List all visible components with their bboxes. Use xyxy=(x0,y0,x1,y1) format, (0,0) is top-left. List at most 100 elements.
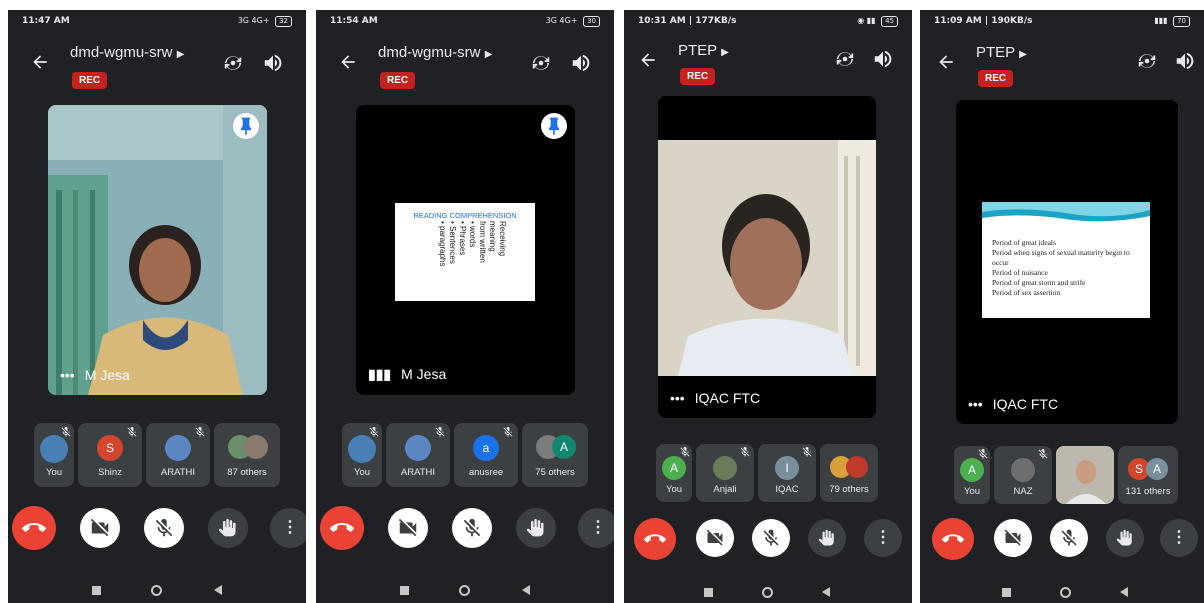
participant-others[interactable]: S A 131 others xyxy=(1118,446,1178,504)
switch-camera-icon[interactable] xyxy=(530,52,552,74)
tile-name-text: M Jesa xyxy=(84,367,130,383)
mic-off-icon xyxy=(1037,448,1049,460)
meeting-title[interactable]: PTEP ▶ xyxy=(678,42,729,59)
recents-icon[interactable] xyxy=(400,586,409,595)
network-label: 3G 4G+ xyxy=(237,16,270,25)
participant-iqac[interactable]: I IQAC xyxy=(758,444,816,502)
participant-label: 79 others xyxy=(829,484,869,495)
more-options-icon[interactable]: ••• xyxy=(60,367,75,383)
participant-you[interactable]: A You xyxy=(656,444,692,502)
participant-shinz[interactable]: S Shinz xyxy=(78,423,142,487)
main-video-tile[interactable]: ••• IQAC FTC xyxy=(658,96,876,418)
participant-others[interactable]: 79 others xyxy=(820,444,878,502)
end-call-button[interactable] xyxy=(320,506,364,550)
speaker-icon[interactable] xyxy=(1174,50,1196,72)
participant-arathi[interactable]: ARATHI xyxy=(386,423,450,487)
slide-line: meaning xyxy=(488,221,497,252)
mic-off-icon xyxy=(679,446,691,458)
raise-hand-button[interactable] xyxy=(808,519,846,557)
participant-anjali[interactable]: Anjali xyxy=(696,444,754,502)
nav-back-icon[interactable] xyxy=(214,585,222,595)
recents-icon[interactable] xyxy=(704,588,713,597)
back-arrow-icon[interactable] xyxy=(338,52,358,72)
more-options-icon[interactable]: ••• xyxy=(968,396,983,412)
more-options-button[interactable]: ⋮ xyxy=(864,519,902,557)
mic-off-button[interactable] xyxy=(752,519,790,557)
mic-off-button[interactable] xyxy=(1050,519,1088,557)
slide-header-decoration xyxy=(982,202,1150,222)
camera-off-icon xyxy=(1003,528,1023,548)
home-icon[interactable] xyxy=(1060,587,1071,598)
participant-you[interactable]: You xyxy=(342,423,382,487)
end-call-button[interactable] xyxy=(12,506,56,550)
android-nav-bar xyxy=(920,584,1204,603)
more-options-button[interactable]: ⋮ xyxy=(270,508,306,548)
main-video-tile[interactable]: Period of great ideals Period when signs… xyxy=(956,100,1178,424)
home-icon[interactable] xyxy=(459,585,470,596)
camera-off-button[interactable] xyxy=(696,519,734,557)
end-call-button[interactable] xyxy=(634,518,676,560)
speaker-icon[interactable] xyxy=(262,52,284,74)
meeting-title[interactable]: dmd-wgmu-srw ▶ xyxy=(378,44,492,61)
camera-off-button[interactable] xyxy=(994,519,1032,557)
mic-off-icon xyxy=(194,426,206,438)
participant-label: 131 others xyxy=(1125,486,1171,497)
participant-you[interactable]: You xyxy=(34,423,74,487)
mic-off-icon xyxy=(739,446,751,458)
switch-camera-icon[interactable] xyxy=(222,52,244,74)
android-nav-bar xyxy=(624,584,912,603)
more-options-button[interactable]: ⋮ xyxy=(1160,519,1198,557)
camera-off-button[interactable] xyxy=(388,508,428,548)
mic-off-button[interactable] xyxy=(452,508,492,548)
nav-back-icon[interactable] xyxy=(522,585,530,595)
end-call-icon xyxy=(644,528,666,550)
status-bar: 10:31 AM | 177KB/s ◉ ▮▮ 45 xyxy=(624,10,912,32)
meeting-title[interactable]: PTEP ▶ xyxy=(976,44,1027,61)
tile-name-text: IQAC FTC xyxy=(992,396,1059,412)
end-call-icon xyxy=(330,516,354,540)
raise-hand-button[interactable] xyxy=(516,508,556,548)
end-call-button[interactable] xyxy=(932,518,974,560)
meeting-title[interactable]: dmd-wgmu-srw ▶ xyxy=(70,44,184,61)
avatar xyxy=(405,435,431,461)
phone-screen-2: 11:54 AM 3G 4G+ 30 dmd-wgmu-srw ▶ REC RE… xyxy=(316,10,614,603)
more-vert-icon: ⋮ xyxy=(590,519,606,536)
camera-off-button[interactable] xyxy=(80,508,120,548)
participant-others[interactable]: 87 others xyxy=(214,423,280,487)
speaker-icon[interactable] xyxy=(872,48,894,70)
home-icon[interactable] xyxy=(151,585,162,596)
back-arrow-icon[interactable] xyxy=(936,52,956,72)
participant-others[interactable]: A 75 others xyxy=(522,423,588,487)
raise-hand-button[interactable] xyxy=(1106,519,1144,557)
pin-icon[interactable] xyxy=(233,113,259,139)
tile-name: ••• IQAC FTC xyxy=(968,396,1058,412)
switch-camera-icon[interactable] xyxy=(1136,50,1158,72)
participant-naz[interactable]: NAZ xyxy=(994,446,1052,504)
back-arrow-icon[interactable] xyxy=(638,50,658,70)
nav-back-icon[interactable] xyxy=(1120,587,1128,597)
back-arrow-icon[interactable] xyxy=(30,52,50,72)
switch-camera-icon[interactable] xyxy=(834,48,856,70)
pin-icon[interactable] xyxy=(541,113,567,139)
home-icon[interactable] xyxy=(762,587,773,598)
slide-body: Receiving meaning from written • words •… xyxy=(433,221,507,299)
speaker-icon[interactable] xyxy=(570,52,592,74)
raise-hand-button[interactable] xyxy=(208,508,248,548)
participant-you[interactable]: A You xyxy=(954,446,990,504)
wifi-signal-icon: ◉ ▮▮ xyxy=(857,16,876,25)
slide-line: Receiving xyxy=(498,221,507,257)
participant-anusree[interactable]: a anusree xyxy=(454,423,518,487)
participant-arathi[interactable]: ARATHI xyxy=(146,423,210,487)
mic-off-icon xyxy=(461,517,483,539)
recents-icon[interactable] xyxy=(1002,588,1011,597)
nav-back-icon[interactable] xyxy=(822,587,830,597)
recents-icon[interactable] xyxy=(92,586,101,595)
more-options-button[interactable]: ⋮ xyxy=(578,508,614,548)
more-options-icon[interactable]: ••• xyxy=(670,390,685,406)
battery-icon: 70 xyxy=(1173,16,1190,27)
main-video-tile[interactable]: ••• M Jesa xyxy=(48,105,267,395)
mic-off-button[interactable] xyxy=(144,508,184,548)
participant-video-thumb[interactable] xyxy=(1056,446,1114,504)
main-video-tile[interactable]: READING COMPREHENSION Receiving meaning … xyxy=(356,105,575,395)
chevron-right-icon: ▶ xyxy=(176,49,185,60)
